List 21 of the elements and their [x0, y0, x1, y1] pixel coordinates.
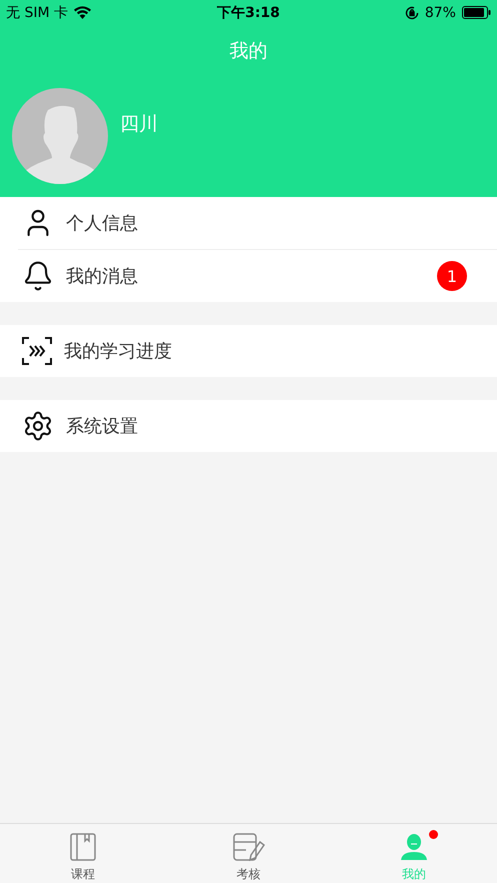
progress-icon: [22, 336, 52, 366]
person-icon: [400, 832, 428, 860]
carrier-text: 无 SIM 卡: [6, 4, 68, 22]
menu-item[interactable]: 个人信息: [0, 197, 497, 249]
battery-percent: 87%: [424, 4, 456, 20]
clock-text: 下午3:18: [217, 4, 280, 22]
rotation-lock-icon: [404, 6, 419, 20]
wifi-icon: [74, 6, 91, 19]
menu-item[interactable]: 系统设置: [0, 400, 497, 452]
bell-icon: [22, 260, 54, 292]
tab-bar-item[interactable]: 考核: [166, 824, 332, 883]
menu-item[interactable]: 我的学习进度: [0, 325, 497, 377]
unread-count: 1: [437, 261, 467, 291]
page-title: 我的: [230, 39, 268, 64]
menu-item[interactable]: 我的消息 1: [18, 249, 497, 302]
settings-icon: [22, 410, 54, 442]
battery-icon: [462, 6, 491, 19]
tab-bar-item[interactable]: 课程: [0, 824, 166, 883]
user-name: 四川: [120, 112, 158, 137]
book-icon: [70, 832, 96, 860]
notepad-pencil-icon: [232, 832, 264, 860]
